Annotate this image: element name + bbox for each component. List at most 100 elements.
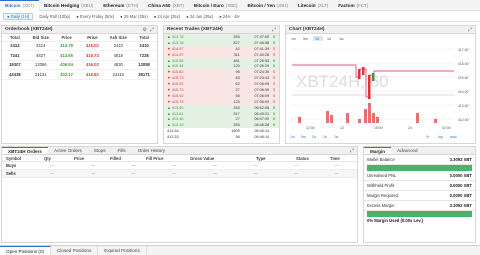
orderbook-cell: 19307 — [2, 60, 28, 70]
instrument-tab[interactable]: China A50 (XBT) — [143, 0, 189, 11]
interval-button[interactable]: 1d — [327, 37, 331, 41]
contract-option[interactable]: ● 24 Jun (25x) — [186, 14, 213, 19]
interval-button[interactable]: 5m — [303, 37, 308, 41]
instrument-tab[interactable]: Bitcoin (XBT) — [0, 0, 40, 11]
candle — [368, 75, 371, 99]
settings-icon[interactable]: ⚙ — [143, 27, 147, 33]
orders-tab[interactable]: Order History — [132, 147, 171, 154]
orderbook-cell: 7228 — [131, 50, 157, 61]
contract-option[interactable]: ● 24 Apr (25x) — [154, 14, 181, 19]
orders-tab[interactable]: Fills — [112, 147, 132, 154]
scale-button[interactable]: log — [438, 135, 443, 139]
y-tick-label: 417.00 — [458, 48, 468, 52]
orderbook-cell: 36171 — [131, 69, 157, 80]
trade-side: S — [272, 93, 276, 98]
trade-price: ▼ 415.73 — [167, 76, 184, 81]
margin-tab[interactable]: Margin — [364, 147, 392, 154]
x-tick-label: 12:00 — [306, 126, 315, 130]
positions-tab[interactable]: Closed Positions — [51, 246, 99, 255]
trade-time: 06:46:28 — [254, 123, 270, 128]
contract-option[interactable]: ● 25 Mar (25x) — [120, 14, 147, 19]
trade-price: ▼ 414.97 — [167, 52, 184, 57]
orderbook-column-header: Bid Size — [27, 34, 54, 42]
scale-button[interactable]: auto — [450, 135, 457, 139]
range-button[interactable]: 1m — [290, 135, 295, 139]
contract-option[interactable]: Daily Roll (10bp) — [39, 14, 70, 19]
orderbook-column-header: Ask Size — [105, 34, 132, 42]
interval-button[interactable]: 1h — [315, 37, 319, 41]
positions-tab[interactable]: Expired Positions — [98, 246, 147, 255]
orders-column-header: Filled — [110, 155, 121, 161]
expand-icon[interactable]: ⤢ — [272, 27, 276, 33]
orderbook-row[interactable]: 7241 4827 413.65 415.73 4818 7228 — [2, 50, 157, 61]
volume-bar — [358, 119, 361, 123]
instrument-tab[interactable]: Litecoin (XLT) — [293, 0, 333, 11]
margin-used: 0% Margin Used (0.00x Lev.) — [367, 218, 424, 223]
recent-trades-panel: Recent Trades (XBT24H) ⤢ ▲ 413.78 353 07:4… — [163, 25, 280, 144]
orderbook-cell: 43438 — [2, 69, 28, 80]
margin-row: Margin Required 0.0000 XBT — [364, 191, 475, 201]
empty-cell: — — [172, 163, 177, 168]
range-button[interactable]: 1h — [312, 135, 316, 139]
margin-tab[interactable]: Advanced — [391, 147, 423, 154]
margin-value: 0.0000 XBT — [449, 173, 472, 178]
trade-price: ▲ 413.46 — [167, 117, 184, 122]
instrument-symbol: (XBT) — [22, 3, 35, 8]
orderbook-cell: 4818 — [105, 50, 132, 61]
contract-option[interactable]: ● Every Friday (50x) — [76, 14, 114, 19]
contract-option[interactable]: ● Daily (1H) — [3, 12, 34, 20]
trade-price: 413.34 — [167, 129, 179, 134]
trade-time: 07:41:39 — [254, 46, 270, 51]
range-button[interactable]: 5m — [301, 135, 306, 139]
orderbook-cell: 415.73 — [79, 50, 106, 61]
empty-cell: — — [293, 171, 299, 176]
orders-column-header: Time — [330, 155, 340, 161]
trade-time: 06:47:00 — [254, 117, 270, 122]
empty-cell: — — [50, 171, 55, 176]
x-tick-label: 13 — [340, 126, 344, 130]
scale-button[interactable]: % — [426, 135, 429, 139]
orderbook-cell: 402.17 — [53, 69, 80, 80]
row-cells: — — — — — — — — — [32, 163, 357, 168]
range-button[interactable]: 1w — [334, 135, 339, 139]
price-chart[interactable]: 1m 5m 1h 1d 1w XBT24H, 60 417.00 416.00 415.50 41… — [286, 35, 475, 145]
trade-price: ▲ 413.19 — [167, 123, 184, 128]
interval-button[interactable]: 1w — [339, 37, 344, 41]
empty-cell: — — [212, 171, 217, 176]
orderbook-column-header: Total — [131, 34, 157, 42]
instrument-name: Ethereum — [103, 2, 125, 8]
orders-tab[interactable]: Stops — [88, 147, 112, 154]
instrument-tab[interactable]: Factom (FCT) — [333, 0, 373, 11]
orderbook-row[interactable]: 19307 12066 406.94 416.02 4830 12058 — [2, 60, 157, 70]
orders-tab[interactable]: Active Orders — [48, 147, 88, 154]
orderbook-cell: 2410 — [105, 41, 132, 51]
orderbook-row[interactable]: 2414 2414 413.78 415.02 2410 2410 — [2, 41, 157, 51]
trade-side: S — [272, 76, 276, 81]
interval-button[interactable]: 1m — [291, 37, 296, 41]
range-button[interactable]: 1d — [323, 135, 327, 139]
orders-column-header: Price — [74, 155, 85, 161]
orderbook-cell: 12066 — [27, 60, 54, 70]
trade-time: 07:46:58 — [254, 40, 270, 45]
margin-panel: Margin Advanced Wallet Balance 3.3092 XBT U… — [363, 146, 476, 243]
sells-row: Sells — — — — — — — — — [2, 170, 357, 178]
orders-tab[interactable]: XBT24H Orders — [2, 147, 48, 154]
positions-tab[interactable]: Open Positions (0) — [0, 246, 52, 255]
contract-option[interactable]: ● 24H · 4H — [219, 14, 239, 19]
instrument-tab[interactable]: Bitcoin Hedging (XBU) — [39, 0, 98, 11]
trade-time: 07:06:09 — [254, 99, 270, 104]
expand-icon[interactable]: ⤢ — [350, 148, 354, 154]
trade-price: ▲ 413.78 — [167, 34, 184, 39]
orders-tabs: XBT24H Orders Active Orders Stops Fills Orde… — [2, 147, 357, 155]
orderbook-cell: 4827 — [27, 50, 54, 61]
expand-icon[interactable]: ⤢ — [468, 27, 472, 33]
orderbook-row[interactable]: 43438 24131 402.17 416.52 24113 36171 — [2, 69, 157, 80]
expand-icon[interactable]: ⤢ — [150, 27, 154, 33]
instrument-tab[interactable]: Bitcoin / Yen (XBJ) — [242, 0, 292, 11]
orderbook-cell: 413.78 — [53, 41, 80, 51]
instrument-tab[interactable]: Ethereum (ETH) — [98, 0, 143, 11]
recent-trades-header: Recent Trades (XBT24H) ⤢ — [164, 26, 279, 34]
orderbook-cell: 12058 — [131, 60, 157, 70]
orderbook-column-header: Price — [79, 34, 106, 42]
instrument-tab[interactable]: Bitcoin / Euro (XBE) — [189, 0, 243, 11]
